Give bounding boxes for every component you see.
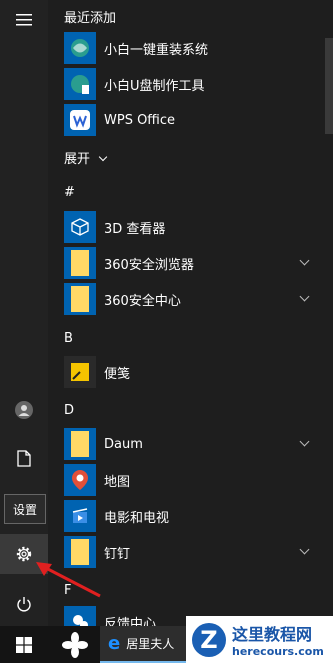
app-label: Daum bbox=[104, 436, 143, 452]
app-label: 地图 bbox=[104, 474, 131, 490]
watermark-logo: Z bbox=[192, 622, 226, 657]
settings-tooltip: 设置 bbox=[4, 494, 46, 524]
chevron-down-icon[interactable] bbox=[299, 291, 310, 302]
start-rail: 设置 bbox=[0, 0, 48, 626]
documents-button[interactable] bbox=[0, 438, 48, 478]
app-label: 360安全浏览器 bbox=[104, 257, 194, 273]
start-button[interactable] bbox=[0, 626, 48, 663]
app-movies-tv[interactable]: 电影和电视 bbox=[64, 498, 333, 534]
cube-icon bbox=[64, 211, 96, 243]
chevron-down-icon[interactable] bbox=[299, 436, 310, 447]
app-label: 3D 查看器 bbox=[104, 221, 166, 237]
folder-icon bbox=[64, 283, 96, 315]
hamburger-icon bbox=[16, 14, 32, 26]
ie-icon: e bbox=[108, 633, 121, 654]
folder-icon bbox=[64, 536, 96, 568]
user-account-button[interactable] bbox=[0, 390, 48, 430]
watermark-title: 这里教程网 bbox=[232, 625, 313, 644]
folder-icon bbox=[64, 247, 96, 279]
app-label: 360安全中心 bbox=[104, 293, 181, 309]
ie-task-button[interactable]: e 居里夫人 bbox=[100, 626, 186, 663]
app-list: 最近添加 小白一键重装系统 小白U盘制作工具 WPS Office 展开 # 3… bbox=[48, 0, 333, 626]
map-pin-icon bbox=[64, 464, 96, 496]
watermark-text: 这里教程网 herecours.com bbox=[232, 621, 324, 658]
app-label: WPS Office bbox=[104, 112, 176, 128]
watermark: Z 这里教程网 herecours.com bbox=[186, 616, 333, 663]
app-label: 反馈中心 bbox=[104, 616, 157, 627]
wps-icon bbox=[64, 104, 96, 136]
app-sticky-notes[interactable]: 便笺 bbox=[64, 354, 333, 390]
app-label: 小白一键重装系统 bbox=[104, 42, 209, 58]
chevron-down-icon[interactable] bbox=[299, 255, 310, 266]
app-360-center[interactable]: 360安全中心 bbox=[64, 281, 333, 317]
windows-logo-icon bbox=[16, 636, 32, 653]
fan-icon bbox=[62, 631, 88, 658]
watermark-url: herecours.com bbox=[232, 645, 324, 658]
app-daum[interactable]: Daum bbox=[64, 426, 333, 462]
section-recent: 最近添加 bbox=[64, 11, 117, 26]
xiaobai-icon bbox=[64, 32, 96, 64]
hamburger-menu-button[interactable] bbox=[0, 0, 48, 40]
chevron-down-icon[interactable] bbox=[299, 544, 310, 555]
fan-app-button[interactable] bbox=[55, 626, 95, 663]
xiaobai-usb-icon bbox=[64, 68, 96, 100]
app-label: 钉钉 bbox=[104, 546, 131, 562]
app-3d-viewer[interactable]: 3D 查看器 bbox=[64, 209, 333, 245]
app-label: 小白U盘制作工具 bbox=[104, 78, 205, 94]
power-icon bbox=[17, 597, 31, 612]
section-hash[interactable]: # bbox=[64, 185, 75, 200]
section-f[interactable]: F bbox=[64, 583, 71, 598]
expand-toggle[interactable]: 展开 bbox=[64, 148, 108, 167]
app-maps[interactable]: 地图 bbox=[64, 462, 333, 498]
app-dingtalk[interactable]: 钉钉 bbox=[64, 534, 333, 570]
app-wps[interactable]: WPS Office bbox=[64, 102, 333, 138]
sticky-notes-icon bbox=[64, 356, 96, 388]
app-label: 便笺 bbox=[104, 366, 131, 382]
document-icon bbox=[17, 449, 31, 467]
app-xiaobai-install[interactable]: 小白一键重装系统 bbox=[64, 30, 333, 66]
section-d[interactable]: D bbox=[64, 403, 74, 418]
chevron-down-icon bbox=[98, 152, 108, 162]
user-avatar-icon bbox=[15, 401, 33, 419]
expand-label: 展开 bbox=[64, 152, 91, 167]
section-b[interactable]: B bbox=[64, 331, 73, 346]
app-360-browser[interactable]: 360安全浏览器 bbox=[64, 245, 333, 281]
task-label: 居里夫人 bbox=[126, 637, 175, 651]
app-label: 电影和电视 bbox=[104, 510, 170, 526]
folder-icon bbox=[64, 428, 96, 460]
feedback-icon bbox=[64, 606, 96, 626]
film-icon bbox=[64, 500, 96, 532]
app-xiaobai-usb[interactable]: 小白U盘制作工具 bbox=[64, 66, 333, 102]
